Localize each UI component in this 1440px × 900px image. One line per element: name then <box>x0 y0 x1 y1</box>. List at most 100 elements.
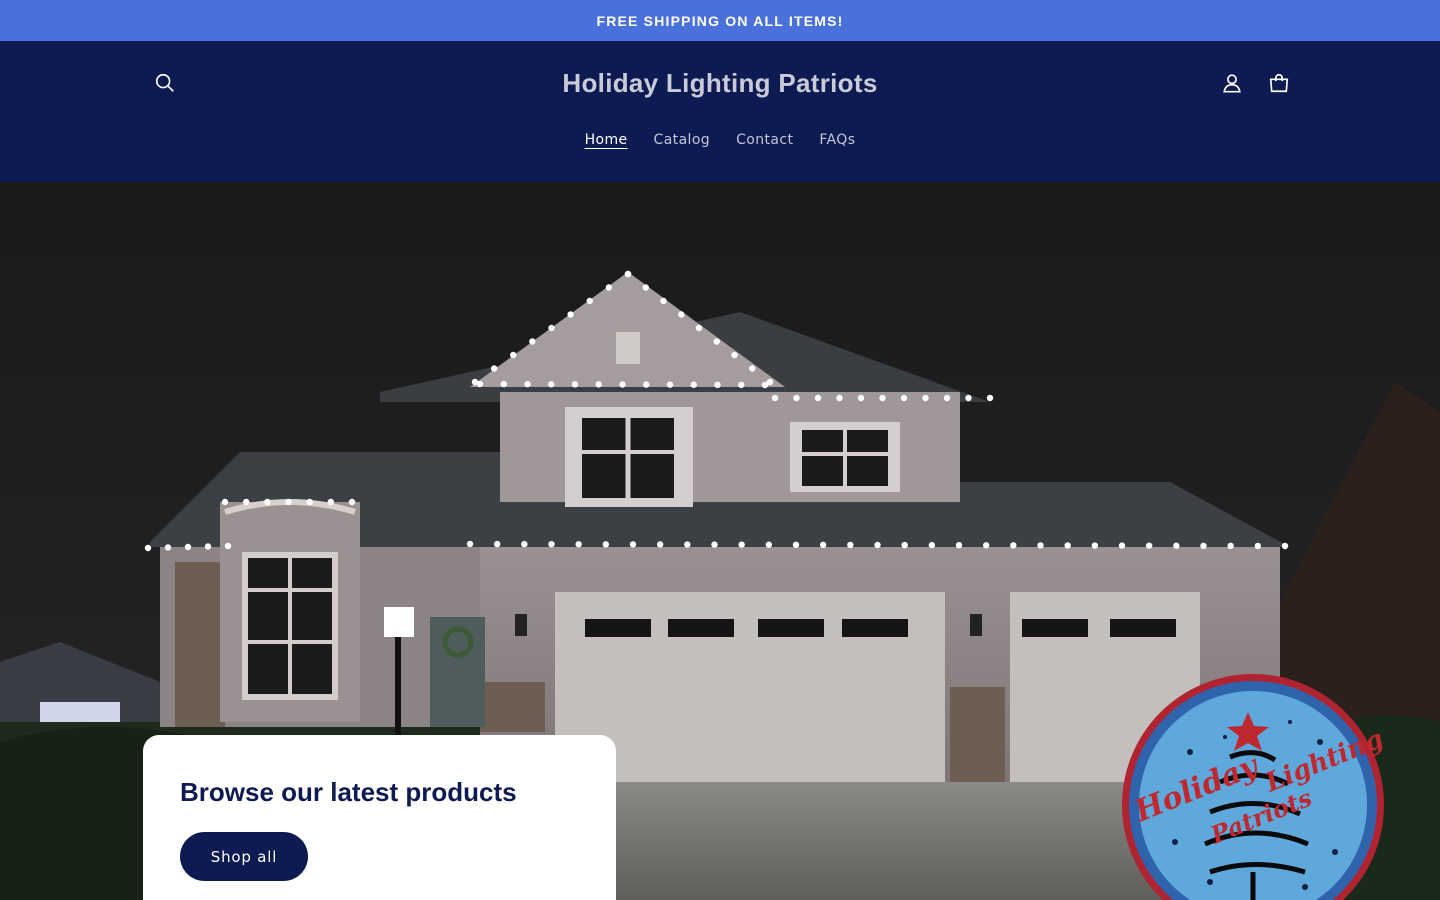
string-light <box>629 541 637 548</box>
string-light <box>1200 542 1207 549</box>
string-light <box>548 381 555 388</box>
string-light <box>819 541 827 549</box>
search-button[interactable] <box>143 61 187 105</box>
string-light <box>879 394 886 402</box>
string-light <box>493 540 501 548</box>
main-nav: Home Catalog Contact FAQs <box>0 123 1440 157</box>
string-light <box>571 381 579 388</box>
string-light <box>529 338 536 345</box>
string-light <box>986 394 994 402</box>
string-light <box>466 540 474 548</box>
string-light <box>666 381 674 388</box>
string-light <box>264 498 271 506</box>
string-light <box>711 541 718 548</box>
string-light <box>1037 542 1044 549</box>
string-light <box>242 498 250 506</box>
string-light <box>327 498 335 506</box>
string-light <box>348 498 356 506</box>
nav-item-home[interactable]: Home <box>572 126 641 154</box>
search-icon <box>155 73 174 92</box>
string-light <box>731 351 738 359</box>
string-light <box>1281 542 1289 550</box>
string-light <box>1227 542 1234 550</box>
string-light <box>684 541 691 548</box>
string-light <box>1254 542 1262 550</box>
string-light <box>164 544 172 551</box>
string-light <box>814 394 822 402</box>
string-light <box>836 394 843 402</box>
promo-heading: Browse our latest products <box>180 777 517 807</box>
string-light <box>605 284 613 291</box>
string-light <box>567 311 574 318</box>
cart-button[interactable] <box>1257 61 1301 105</box>
string-light <box>575 541 582 548</box>
string-light <box>847 541 854 549</box>
string-light <box>695 324 703 332</box>
string-light <box>595 381 602 388</box>
string-light <box>619 381 626 388</box>
brand-logo-link[interactable]: Holiday Lighting Patriots <box>420 63 1020 103</box>
announcement-bar: FREE SHIPPING ON ALL ITEMS! <box>0 0 1440 41</box>
string-light <box>874 541 881 549</box>
bag-icon <box>1269 74 1289 93</box>
site-header: Holiday Lighting Patriots Home Catalog C… <box>0 41 1440 182</box>
account-button[interactable] <box>1210 61 1254 105</box>
string-light <box>221 498 229 506</box>
string-light <box>642 284 649 291</box>
string-light <box>602 541 610 548</box>
string-light <box>306 498 313 506</box>
string-light <box>524 380 531 388</box>
brand-badge-image: Holiday Lighting Patriots <box>1122 674 1386 900</box>
string-light <box>476 380 484 388</box>
string-light <box>943 394 951 402</box>
string-light <box>1010 542 1017 549</box>
string-light <box>713 338 720 345</box>
string-light <box>900 394 908 402</box>
string-light <box>955 542 963 549</box>
string-light <box>749 365 756 372</box>
string-light <box>1173 542 1180 549</box>
string-light <box>144 544 152 552</box>
string-light <box>521 540 528 548</box>
string-light <box>1091 542 1099 549</box>
string-light <box>793 394 800 402</box>
string-light <box>490 365 498 372</box>
string-light <box>656 541 664 548</box>
shop-all-button[interactable]: Shop all <box>180 832 308 881</box>
string-light <box>1064 542 1071 549</box>
string-light <box>548 324 555 332</box>
string-light <box>690 381 697 388</box>
string-light <box>510 351 517 359</box>
string-light <box>586 297 593 305</box>
string-light <box>714 381 721 389</box>
string-light <box>204 543 212 550</box>
nav-item-contact[interactable]: Contact <box>723 126 806 154</box>
string-light <box>965 394 972 402</box>
announcement-text: FREE SHIPPING ON ALL ITEMS! <box>596 12 844 29</box>
nav-item-catalog[interactable]: Catalog <box>641 126 724 154</box>
string-light <box>624 270 632 278</box>
string-light <box>224 542 232 550</box>
string-light <box>738 541 745 548</box>
string-light <box>643 381 650 388</box>
string-light <box>928 541 936 549</box>
string-light <box>678 311 685 318</box>
string-light <box>500 380 507 388</box>
string-light <box>285 498 292 506</box>
string-light <box>548 541 555 548</box>
string-light <box>1118 542 1126 549</box>
string-light <box>761 381 769 389</box>
string-light <box>738 381 745 389</box>
nav-item-faqs[interactable]: FAQs <box>806 126 868 154</box>
string-light <box>982 542 990 549</box>
string-light <box>922 394 929 402</box>
string-light <box>660 297 667 305</box>
promo-card: Browse our latest products Shop all <box>143 735 616 900</box>
string-light <box>771 394 779 402</box>
string-light <box>184 543 192 551</box>
string-light <box>765 541 773 548</box>
string-light <box>857 394 865 402</box>
user-icon <box>1223 74 1241 93</box>
string-light <box>792 541 800 548</box>
string-light <box>1145 542 1153 549</box>
